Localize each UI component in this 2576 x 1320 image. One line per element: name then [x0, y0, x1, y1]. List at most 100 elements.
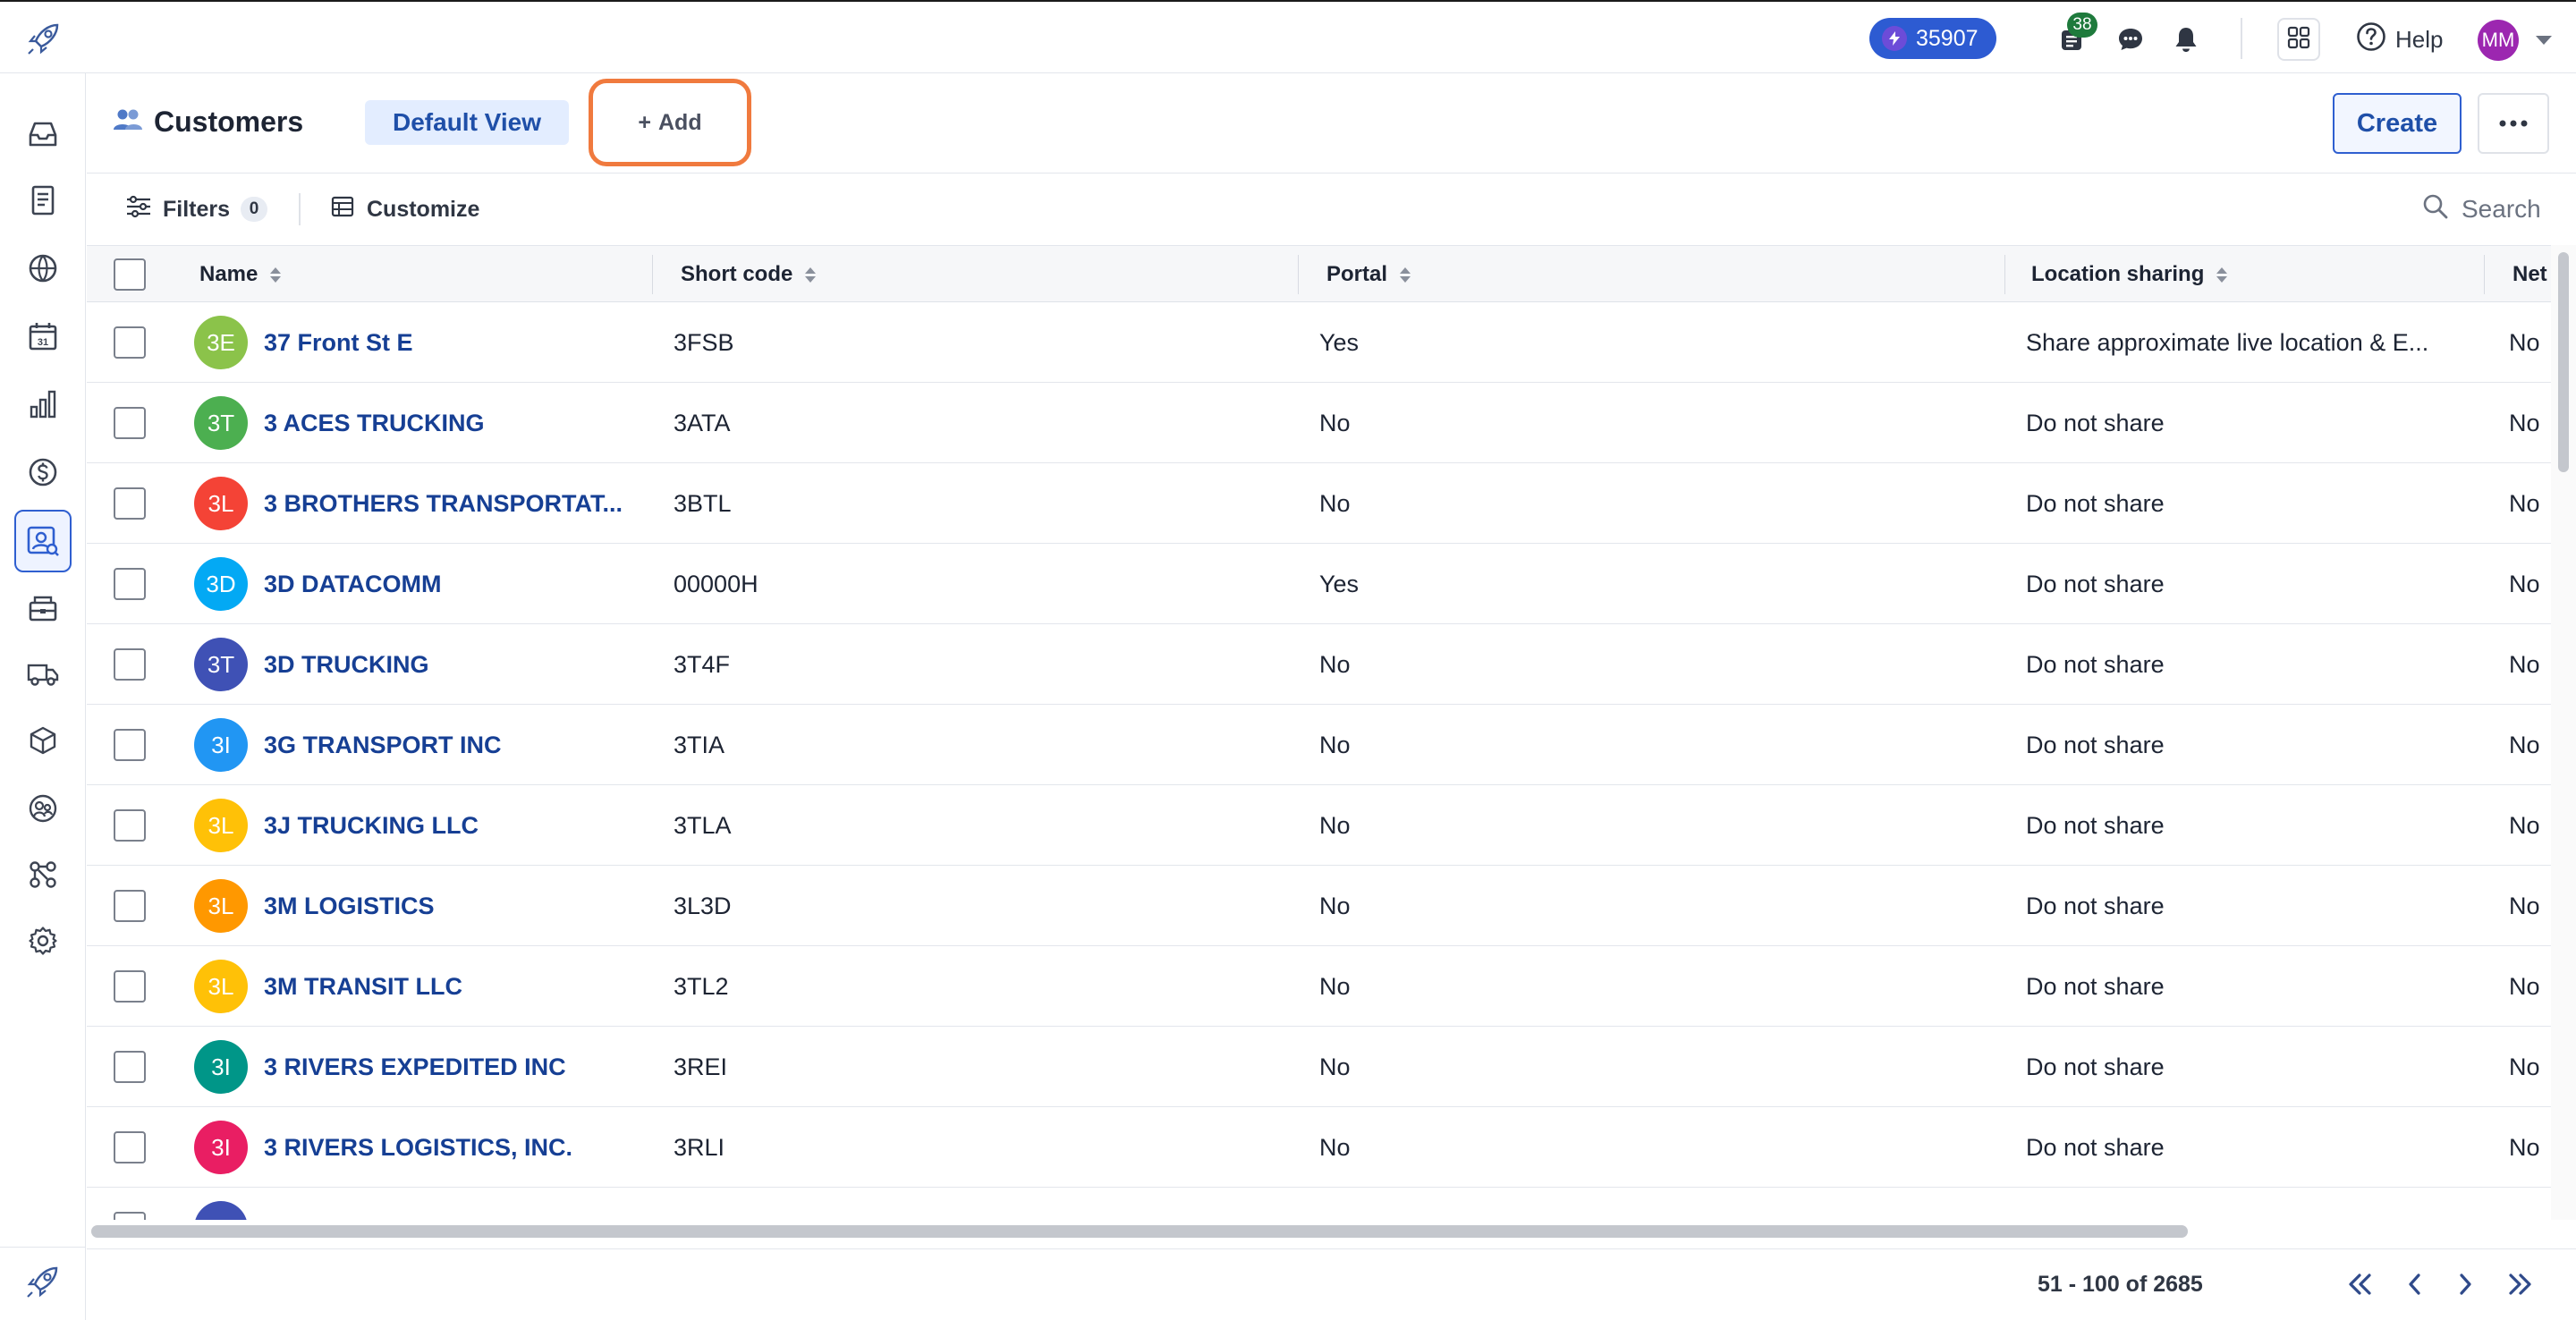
user-avatar[interactable]: MM — [2478, 20, 2519, 61]
customer-name-link[interactable]: 3 RIVERS EXPEDITED INC — [264, 1027, 566, 1107]
search-field[interactable]: Search — [2422, 191, 2541, 227]
customer-name-link[interactable]: 3 BROTHERS TRANSPORTAT... — [264, 463, 623, 544]
last-page-icon[interactable] — [2501, 1265, 2540, 1304]
customer-name-link[interactable]: 3 RIVERS LOGISTICS, INC. — [264, 1107, 572, 1188]
customer-avatar: 3I — [194, 1121, 248, 1174]
help-link[interactable]: Help — [2356, 21, 2443, 57]
truck-icon[interactable] — [25, 656, 61, 692]
first-page-icon[interactable] — [2340, 1265, 2379, 1304]
chevron-down-icon[interactable] — [2534, 34, 2554, 51]
search-icon — [2422, 193, 2449, 226]
column-resize-handle[interactable] — [2004, 255, 2005, 294]
globe-icon[interactable] — [25, 250, 61, 286]
row-checkbox[interactable] — [114, 809, 146, 842]
customer-name-link[interactable]: 3J TRUCKING LLC — [264, 785, 479, 866]
rocket-logo-icon[interactable] — [24, 1263, 62, 1305]
add-view-button[interactable]: + Add — [589, 79, 751, 166]
view-selector-chip[interactable]: Default View — [365, 100, 569, 145]
office-icon[interactable] — [25, 590, 61, 626]
customer-name-link[interactable]: 3M LOGISTICS — [264, 866, 435, 946]
table-row[interactable]: 3L 3 BROTHERS TRANSPORTAT... 3BTL No Do not … — [87, 463, 2551, 544]
portal-cell: No — [1319, 1133, 1351, 1161]
customer-avatar: 3I — [194, 1040, 248, 1094]
table-row[interactable]: 3D 3D DATACOMM 00000H Yes Do not share No — [87, 544, 2551, 624]
net-cell: No — [2509, 650, 2540, 678]
more-options-button[interactable] — [2478, 93, 2549, 154]
apps-grid-button[interactable] — [2277, 18, 2320, 61]
previous-page-icon[interactable] — [2395, 1265, 2435, 1304]
customers-icon[interactable] — [14, 510, 72, 572]
net-cell: No — [2509, 409, 2540, 436]
column-header-short-code[interactable]: Short code — [681, 246, 817, 303]
customer-name-link[interactable]: 3G TRANSPORT INC — [264, 705, 502, 785]
table-row[interactable]: 3T 3 ACES TRUCKING 3ATA No Do not share No — [87, 383, 2551, 463]
table-row[interactable]: 3L 3M LOGISTICS 3L3D No Do not share No — [87, 866, 2551, 946]
column-header-location-sharing[interactable]: Location sharing — [2031, 246, 2228, 303]
column-header-name[interactable]: Name — [199, 246, 282, 303]
horizontal-scrollbar[interactable] — [91, 1225, 2188, 1238]
row-checkbox[interactable] — [114, 1212, 146, 1220]
document-icon[interactable] — [25, 182, 61, 218]
create-button[interactable]: Create — [2333, 93, 2462, 154]
customer-name-link[interactable]: 3M TRANSIT LLC — [264, 946, 462, 1027]
inbox-icon[interactable] — [25, 116, 61, 152]
table-row[interactable] — [87, 1188, 2551, 1220]
bar-chart-icon[interactable] — [25, 386, 61, 422]
location-sharing-cell: Do not share — [2026, 570, 2165, 597]
row-checkbox[interactable] — [114, 970, 146, 1003]
next-page-icon[interactable] — [2445, 1265, 2485, 1304]
row-checkbox[interactable] — [114, 487, 146, 520]
calendar-icon[interactable]: 31 — [25, 318, 61, 354]
vertical-scrollbar[interactable] — [2558, 252, 2569, 472]
customer-avatar: 3I — [194, 718, 248, 772]
chat-icon[interactable] — [2113, 21, 2148, 57]
row-checkbox[interactable] — [114, 890, 146, 922]
row-checkbox[interactable] — [114, 407, 146, 439]
package-icon[interactable] — [25, 723, 61, 758]
sort-icon — [805, 267, 817, 283]
integrations-icon[interactable] — [25, 857, 61, 893]
row-checkbox[interactable] — [114, 326, 146, 359]
row-checkbox[interactable] — [114, 729, 146, 761]
short-code-cell: 3TLA — [674, 811, 732, 839]
net-cell: No — [2509, 731, 2540, 758]
column-header-portal[interactable]: Portal — [1326, 246, 1411, 303]
bell-icon[interactable] — [2168, 21, 2204, 57]
table-row[interactable]: 3T 3D TRUCKING 3T4F No Do not share No — [87, 624, 2551, 705]
table-row[interactable]: 3I 3G TRANSPORT INC 3TIA No Do not share No — [87, 705, 2551, 785]
table-row[interactable]: 3I 3 RIVERS LOGISTICS, INC. 3RLI No Do not s… — [87, 1107, 2551, 1188]
row-checkbox[interactable] — [114, 1131, 146, 1163]
location-sharing-cell: Do not share — [2026, 409, 2165, 436]
table-row[interactable]: 3E 37 Front St E 3FSB Yes Share approximate … — [87, 302, 2551, 383]
row-checkbox[interactable] — [114, 568, 146, 600]
column-resize-handle[interactable] — [1298, 255, 1299, 294]
add-view-label: Add — [658, 109, 702, 135]
table-row[interactable]: 3L 3J TRUCKING LLC 3TLA No Do not share No — [87, 785, 2551, 866]
filters-button[interactable]: Filters 0 — [125, 191, 268, 227]
customer-name-link[interactable]: 3D TRUCKING — [264, 624, 429, 705]
table-row[interactable]: 3I 3 RIVERS EXPEDITED INC 3REI No Do not sha… — [87, 1027, 2551, 1107]
location-sharing-cell: Do not share — [2026, 892, 2165, 919]
customer-name-link[interactable]: 3D DATACOMM — [264, 544, 441, 624]
contacts-icon[interactable] — [25, 791, 61, 826]
dollar-icon[interactable] — [25, 454, 61, 490]
row-checkbox[interactable] — [114, 1051, 146, 1083]
row-checkbox[interactable] — [114, 648, 146, 681]
net-cell: No — [2509, 1133, 2540, 1161]
net-cell: No — [2509, 328, 2540, 356]
select-all-checkbox[interactable] — [114, 246, 146, 303]
customize-button[interactable]: Customize — [331, 191, 479, 227]
credits-badge[interactable]: 35907 — [1869, 18, 1996, 59]
table-header: Name Short code Portal Location sharing … — [87, 245, 2551, 302]
customer-avatar: 3L — [194, 477, 248, 530]
table-row[interactable]: 3L 3M TRANSIT LLC 3TL2 No Do not share No — [87, 946, 2551, 1027]
column-resize-handle[interactable] — [2484, 255, 2485, 294]
column-header-net[interactable]: Net — [2512, 246, 2547, 303]
rocket-logo-icon[interactable] — [25, 20, 63, 57]
column-resize-handle[interactable] — [652, 255, 653, 294]
search-placeholder: Search — [2462, 195, 2541, 223]
settings-icon[interactable] — [25, 923, 61, 959]
customer-name-link[interactable]: 3 ACES TRUCKING — [264, 383, 485, 463]
customer-name-link[interactable]: 37 Front St E — [264, 302, 413, 383]
users-icon — [113, 106, 143, 139]
